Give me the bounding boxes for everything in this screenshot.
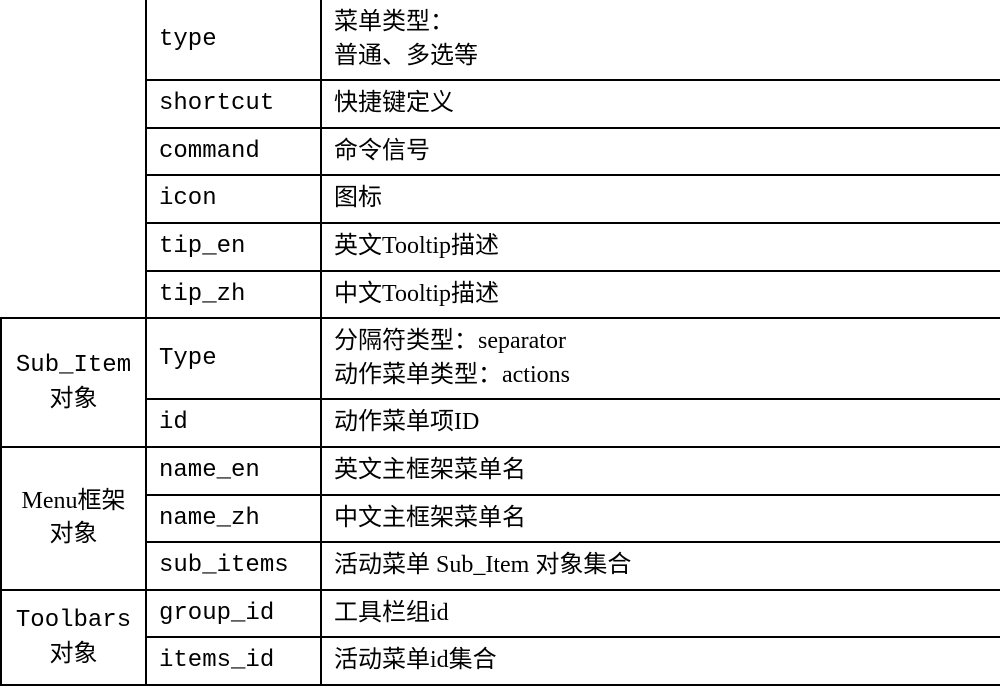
desc-line: 分隔符类型：separator	[334, 328, 566, 354]
field-cell: id	[146, 399, 321, 447]
desc-cell: 命令信号	[321, 128, 1000, 176]
group-cell-sub-item: Sub_Item 对象	[1, 318, 146, 447]
table-row: name_zh 中文主框架菜单名	[1, 495, 1000, 543]
group-label-line: Toolbars	[16, 607, 131, 634]
field-cell: type	[146, 0, 321, 80]
desc-cell: 中文Tooltip描述	[321, 271, 1000, 319]
desc-cell: 中文主框架菜单名	[321, 495, 1000, 543]
desc-line: 动作菜单类型：actions	[334, 362, 570, 388]
field-cell: command	[146, 128, 321, 176]
desc-cell: 菜单类型： 普通、多选等	[321, 0, 1000, 80]
group-label-line: Menu框架	[22, 488, 126, 514]
table-row: tip_en 英文Tooltip描述	[1, 223, 1000, 271]
field-cell: tip_en	[146, 223, 321, 271]
desc-cell: 图标	[321, 175, 1000, 223]
field-cell: name_zh	[146, 495, 321, 543]
table-row: tip_zh 中文Tooltip描述	[1, 271, 1000, 319]
desc-cell: 快捷键定义	[321, 80, 1000, 128]
field-cell: shortcut	[146, 80, 321, 128]
table-row: Menu框架 对象 name_en 英文主框架菜单名	[1, 447, 1000, 495]
table-row: Toolbars 对象 group_id 工具栏组id	[1, 590, 1000, 638]
group-cell-blank	[1, 0, 146, 318]
field-cell: Type	[146, 318, 321, 399]
table-row: command 命令信号	[1, 128, 1000, 176]
field-cell: items_id	[146, 637, 321, 685]
group-label-line: 对象	[50, 521, 98, 547]
desc-cell: 工具栏组id	[321, 590, 1000, 638]
table-row: type 菜单类型： 普通、多选等	[1, 0, 1000, 80]
desc-cell: 动作菜单项ID	[321, 399, 1000, 447]
field-cell: icon	[146, 175, 321, 223]
table-row: id 动作菜单项ID	[1, 399, 1000, 447]
desc-cell: 活动菜单 Sub_Item 对象集合	[321, 542, 1000, 590]
field-cell: name_en	[146, 447, 321, 495]
table-row: items_id 活动菜单id集合	[1, 637, 1000, 685]
table-row: icon 图标	[1, 175, 1000, 223]
group-cell-menu: Menu框架 对象	[1, 447, 146, 590]
spec-table: type 菜单类型： 普通、多选等 shortcut 快捷键定义 command…	[0, 0, 1000, 686]
table-row: sub_items 活动菜单 Sub_Item 对象集合	[1, 542, 1000, 590]
field-cell: group_id	[146, 590, 321, 638]
table-row: shortcut 快捷键定义	[1, 80, 1000, 128]
field-cell: tip_zh	[146, 271, 321, 319]
desc-cell: 活动菜单id集合	[321, 637, 1000, 685]
desc-cell: 分隔符类型：separator 动作菜单类型：actions	[321, 318, 1000, 399]
group-cell-toolbars: Toolbars 对象	[1, 590, 146, 685]
group-label-line: 对象	[50, 386, 98, 412]
desc-line: 普通、多选等	[334, 43, 478, 69]
desc-line: 菜单类型：	[334, 9, 454, 35]
table-row: Sub_Item 对象 Type 分隔符类型：separator 动作菜单类型：…	[1, 318, 1000, 399]
desc-cell: 英文主框架菜单名	[321, 447, 1000, 495]
desc-cell: 英文Tooltip描述	[321, 223, 1000, 271]
group-label-line: 对象	[50, 641, 98, 667]
field-cell: sub_items	[146, 542, 321, 590]
group-label-line: Sub_Item	[16, 352, 131, 379]
